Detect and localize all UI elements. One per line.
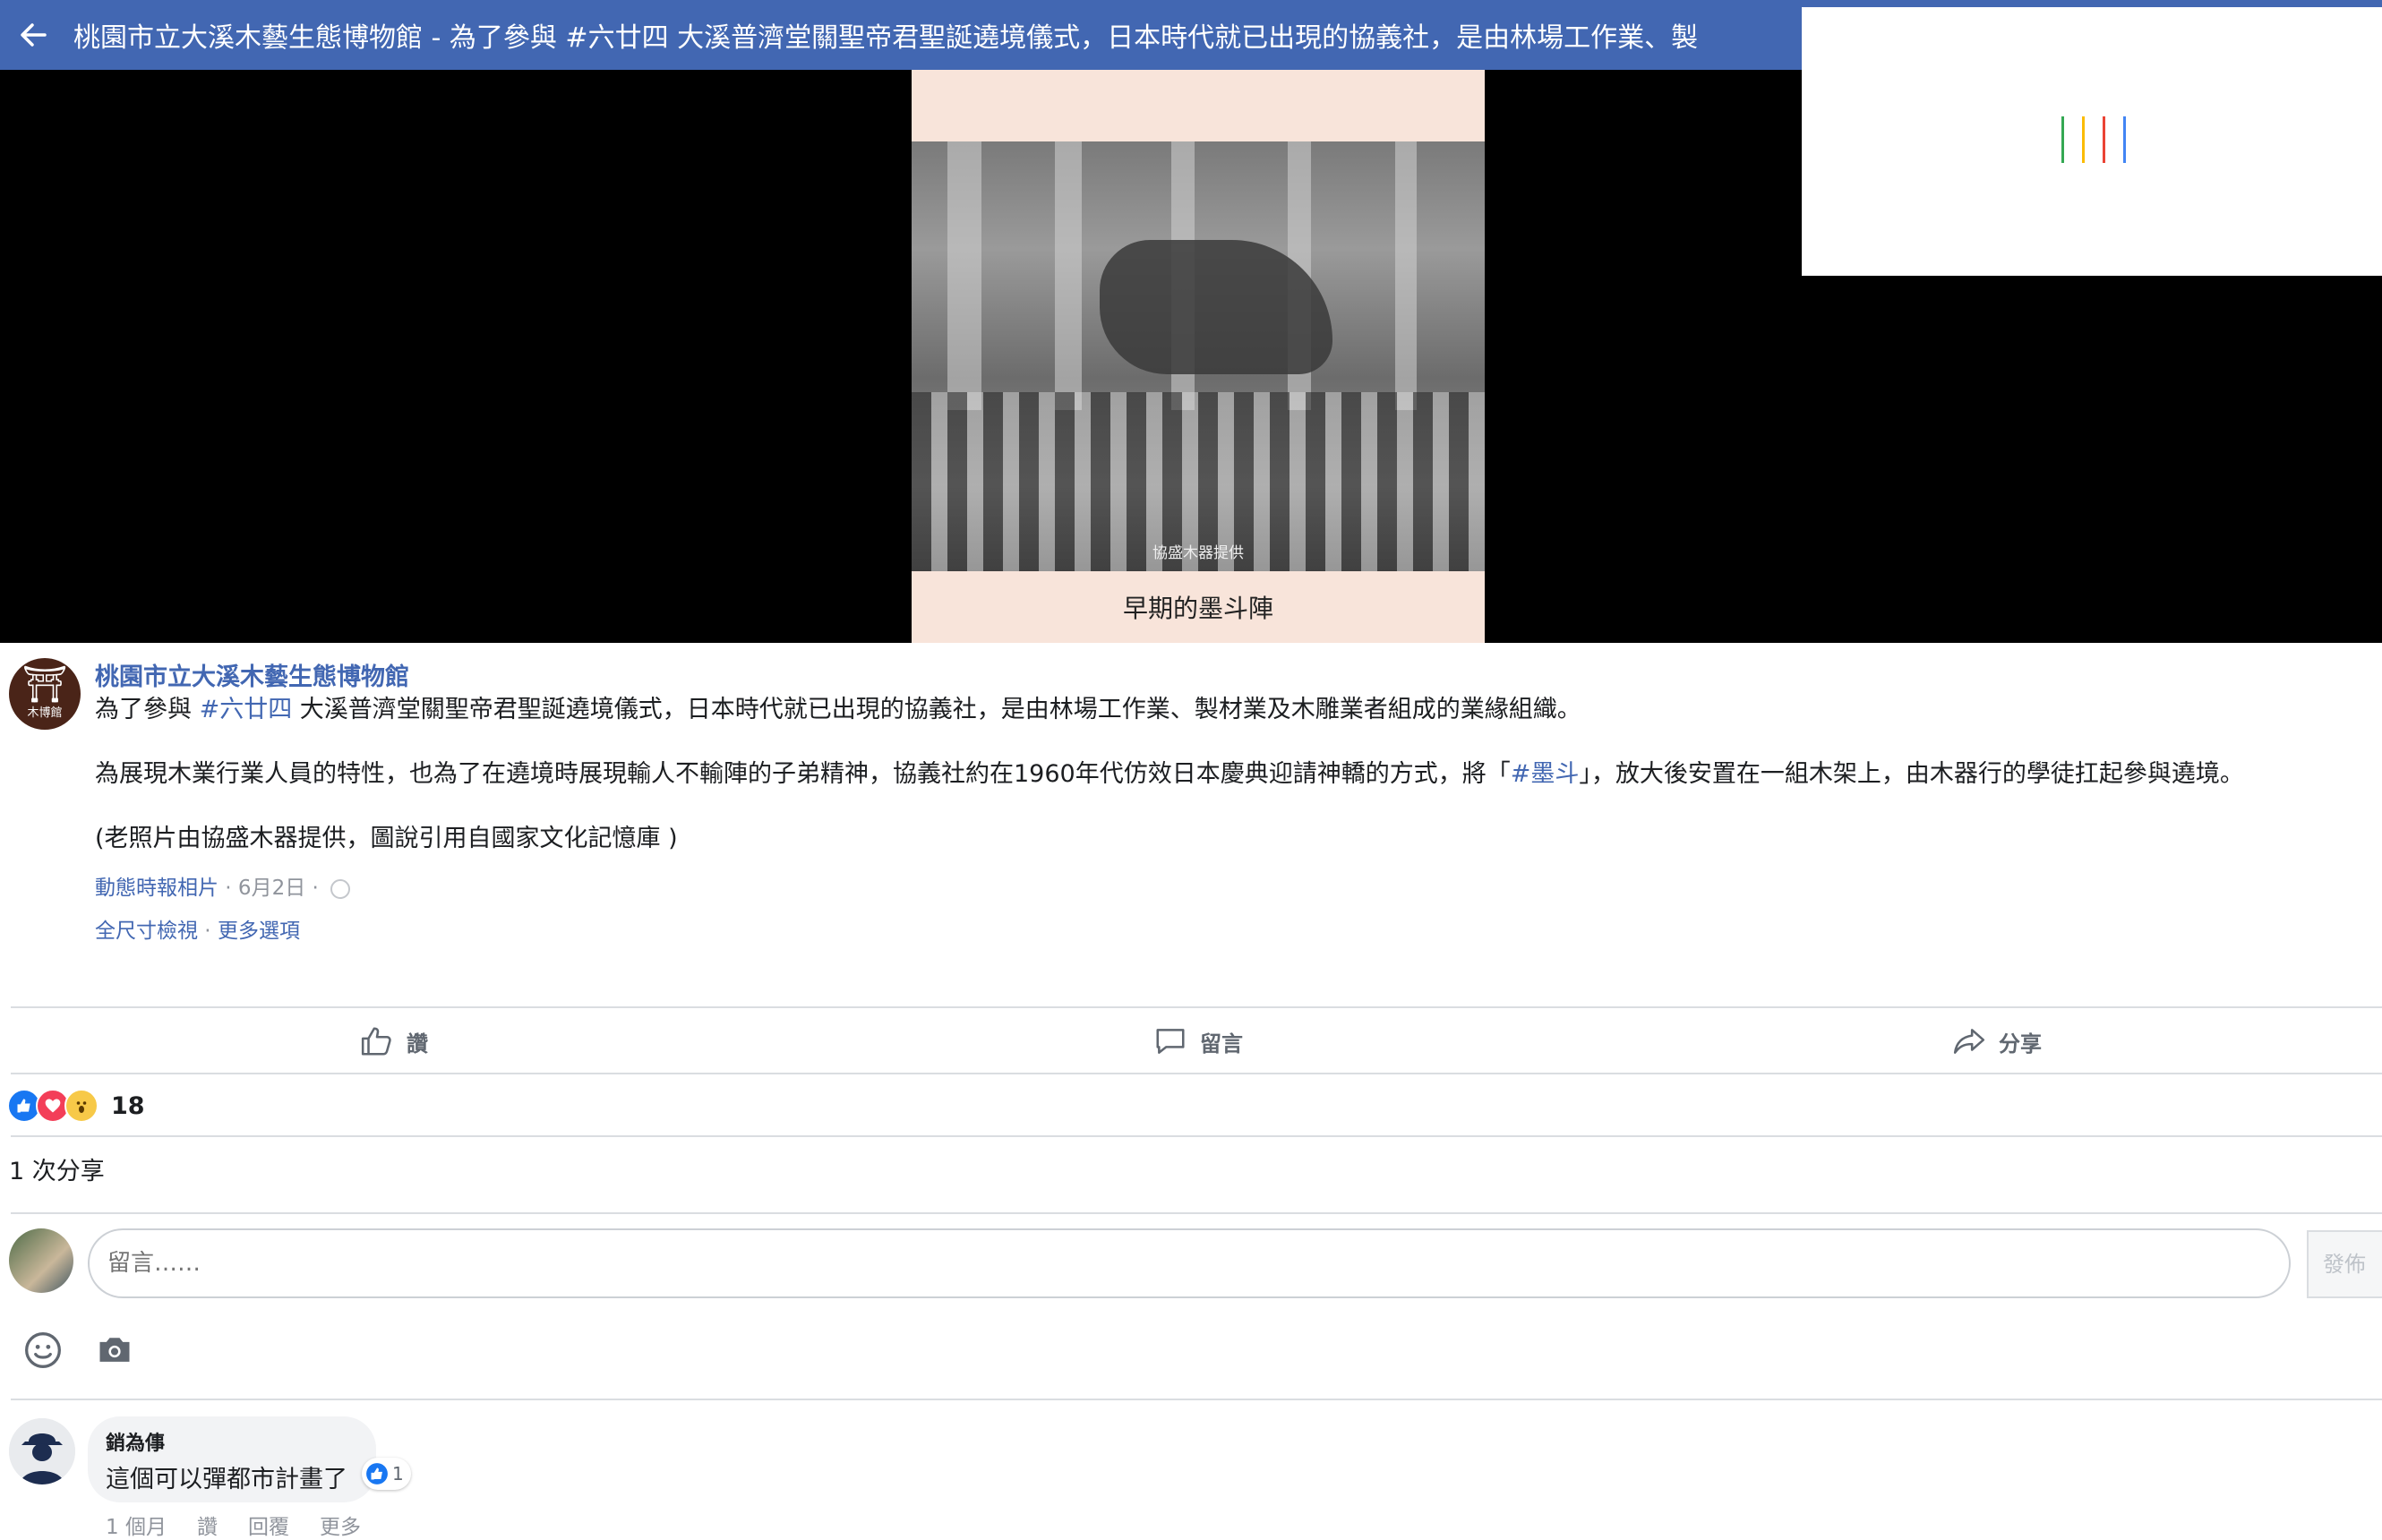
post-text-line-3: (老照片由協盛木器提供，圖說引用自國家文化記憶庫 ) [95, 825, 678, 852]
emoji-icon[interactable] [23, 1330, 63, 1370]
hashtag-link[interactable]: #墨斗 [1511, 760, 1580, 788]
photo-options: 全尺寸檢視 · 更多選項 [95, 920, 300, 943]
comment-more-link[interactable]: 更多 [320, 1516, 361, 1539]
current-user-avatar[interactable] [9, 1228, 73, 1293]
commenter-avatar[interactable] [9, 1418, 75, 1484]
post-comment-button[interactable]: 發佈 [2307, 1230, 2382, 1298]
post-text-line-2: 為展現木業行業人員的特性，也為了在遶境時展現輸人不輸陣的子弟精神，協義社約在19… [95, 760, 2244, 788]
comment-author[interactable]: 銷為倳 [106, 1427, 165, 1456]
post-text-line-1: 為了參與 #六廿四 大溪普濟堂關聖帝君聖誕遶境儀式，日本時代就已出現的協義社，是… [95, 696, 1581, 723]
comment-time[interactable]: 1 個月 [106, 1516, 167, 1539]
post-meta: 動態時報相片 · 6月2日 · [95, 870, 351, 901]
comment-bubble-icon [1156, 1029, 1185, 1054]
divider [11, 1073, 2382, 1074]
reaction-count: 18 [111, 1091, 145, 1120]
comment-button[interactable]: 留言 [1153, 1010, 1243, 1073]
loading-bars-icon [2061, 116, 2126, 163]
globe-icon [330, 878, 351, 899]
share-count[interactable]: 1 次分享 [9, 1151, 105, 1186]
action-bar: 讚 留言 分享 [0, 1010, 2382, 1073]
share-arrow-icon [1953, 1029, 1985, 1054]
camera-icon[interactable] [95, 1330, 134, 1370]
comment-reply-link[interactable]: 回覆 [248, 1516, 289, 1539]
thumbs-up-icon [361, 1027, 391, 1056]
historic-photo: 協盛木器提供 [912, 141, 1485, 571]
full-size-link[interactable]: 全尺寸檢視 [95, 920, 198, 943]
loading-panel [1802, 7, 2382, 276]
like-reaction-icon [366, 1463, 388, 1484]
album-link[interactable]: 動態時報相片 [95, 877, 218, 900]
divider [11, 1135, 2382, 1137]
more-options-link[interactable]: 更多選項 [218, 920, 300, 943]
post-date[interactable]: · 6月2日 · [218, 877, 325, 900]
photo-frame: 協盛木器提供 早期的墨斗陣 [912, 70, 1485, 643]
share-button[interactable]: 分享 [1952, 1010, 2042, 1073]
page-name-link[interactable]: 桃園市立大溪木藝生態博物館 [95, 657, 409, 692]
wow-reaction-icon [64, 1089, 99, 1123]
back-arrow-icon[interactable] [20, 21, 47, 48]
reactions-summary[interactable]: 18 [7, 1088, 145, 1124]
divider [11, 1399, 2382, 1400]
divider [11, 1212, 2382, 1214]
page-avatar[interactable]: ⛩ 木博館 [9, 658, 81, 730]
like-button[interactable]: 讚 [360, 1010, 428, 1073]
comment-like-badge[interactable]: 1 [362, 1458, 411, 1490]
page-title: 桃園市立大溪木藝生態博物館 - 為了參與 #六廿四 大溪普濟堂關聖帝君聖誕遶境儀… [73, 22, 1699, 54]
hashtag-link[interactable]: #六廿四 [200, 696, 293, 723]
comment-like-link[interactable]: 讚 [197, 1516, 218, 1539]
comment-actions: 1 個月 讚 回覆 更多 [106, 1510, 391, 1540]
photo-credit: 協盛木器提供 [1152, 544, 1244, 562]
photo-caption: 早期的墨斗陣 [1122, 594, 1273, 623]
comment-text: 這個可以彈都市計畫了 [106, 1466, 347, 1493]
comment-input[interactable] [88, 1228, 2291, 1298]
divider [11, 1006, 2382, 1008]
